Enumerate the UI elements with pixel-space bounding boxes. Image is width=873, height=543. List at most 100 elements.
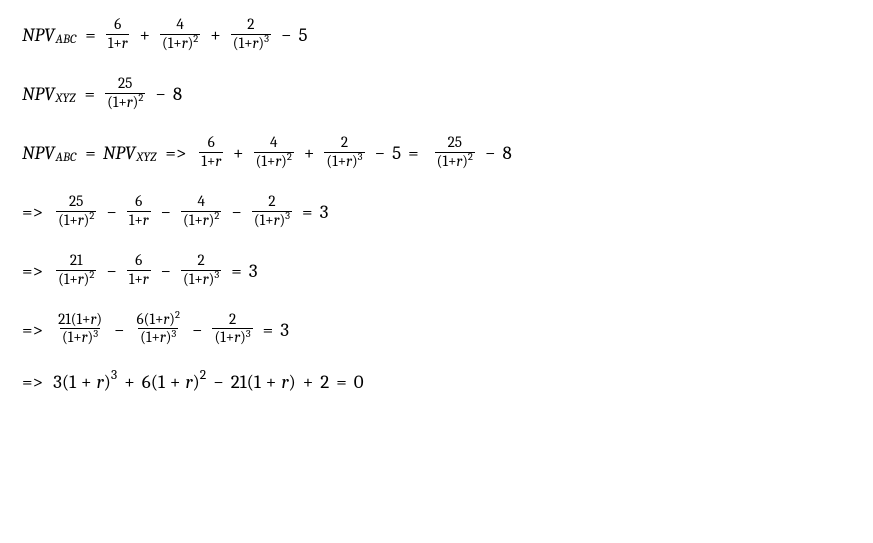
plus: + [261,371,282,393]
fraction: 25 (1+r)2 [56,194,96,229]
plus: + [296,371,321,393]
plus: + [265,211,273,229]
plus: + [244,34,252,52]
num-5: 5 [299,24,308,46]
equals: = [295,201,320,223]
plus: + [113,34,121,52]
num-6: 6 [137,310,144,328]
num-3: 3 [53,371,62,393]
sup-3: 3 [246,327,251,340]
minus: − [274,24,299,46]
rparen: ) [104,371,111,393]
sup-2: 2 [89,268,94,281]
sup-2: 2 [193,32,198,45]
fraction: 4 (1+r)2 [254,135,294,170]
implies: => [22,260,53,282]
minus: − [99,201,124,223]
minus: − [107,319,132,341]
minus: − [148,83,173,105]
sup-2: 2 [138,91,143,104]
num-3: 3 [280,319,289,341]
num-4: 4 [197,192,204,210]
plus: + [132,24,157,46]
num-3: 3 [249,260,258,282]
lparen: (1 [62,371,76,393]
lparen: (1 [62,328,73,346]
fraction: 4 (1+r)2 [160,17,200,52]
num-21: 21 [70,251,83,269]
plus: + [69,270,77,288]
num-2: 2 [229,310,236,328]
num-6: 6 [114,15,121,33]
plus: + [151,328,159,346]
fraction: 21 (1+r)2 [56,253,96,288]
plus: + [69,211,77,229]
plus: + [118,93,126,111]
fraction: 6(1+r)2 (1+r)3 [135,312,182,347]
num-25: 25 [118,74,132,92]
sup-3: 3 [358,150,363,163]
num-6: 6 [135,251,142,269]
rparen: ) [281,152,287,170]
plus: + [226,328,234,346]
fraction: 2 (1+r)3 [181,253,221,288]
lparen: (1 [144,310,155,328]
fraction: 21(1+r) (1+r)3 [56,312,104,347]
minus: − [154,260,179,282]
lparen: (1 [254,211,265,229]
lparen: (1 [256,152,267,170]
rparen: ) [240,328,246,346]
num-6: 6 [142,371,151,393]
var-r: r [185,371,192,393]
implies: => [22,371,53,393]
sup-3: 3 [264,32,269,45]
minus: − [224,201,249,223]
plus: + [194,211,202,229]
var-r: r [215,152,221,170]
num-6: 6 [208,133,215,151]
plus: + [165,371,186,393]
equals: = [329,371,354,393]
sub-abc: ABC [56,150,77,165]
sub-xyz: XYZ [136,150,156,165]
equation-line-5: => 21 (1+r)2 − 6 1+r − 2 (1+r)3 = 3 [22,254,851,289]
num-2: 2 [198,251,205,269]
implies: => [22,319,53,341]
rparen: ) [288,371,295,393]
var-r: r [122,34,128,52]
lparen: (1 [162,34,173,52]
minus: − [478,142,503,164]
lparen: (1 [140,328,151,346]
plus: + [134,270,142,288]
minus: − [99,260,124,282]
var-r: r [97,371,104,393]
sup-3: 3 [214,268,219,281]
sup-3: 3 [171,327,176,340]
sup-3: 3 [111,368,117,383]
lparen: (1 [183,270,194,288]
lparen: (1 [71,310,82,328]
num-0: 0 [354,371,364,393]
fraction: 6 1+r [127,253,151,288]
var-npv: NPV [22,142,55,164]
equals: = [224,260,249,282]
num-4: 4 [270,133,277,151]
lparen: (1 [247,371,261,393]
sup-3: 3 [285,209,290,222]
plus: + [76,371,97,393]
minus: − [154,201,179,223]
sup-2: 2 [287,150,292,163]
var-r: r [143,211,149,229]
implies: => [22,201,53,223]
lparen: (1 [183,211,194,229]
minus: − [185,319,210,341]
num-8: 8 [502,142,511,164]
plus: + [226,142,251,164]
equation-line-3: NPVABC = NPVXYZ => 6 1+r + 4 (1+r)2 + 2 … [22,136,851,171]
sup-2: 2 [200,368,206,383]
sup-2: 2 [214,209,219,222]
sup-2: 2 [468,150,473,163]
plus: + [73,328,81,346]
sup-2: 2 [175,308,180,321]
num-8: 8 [173,83,182,105]
